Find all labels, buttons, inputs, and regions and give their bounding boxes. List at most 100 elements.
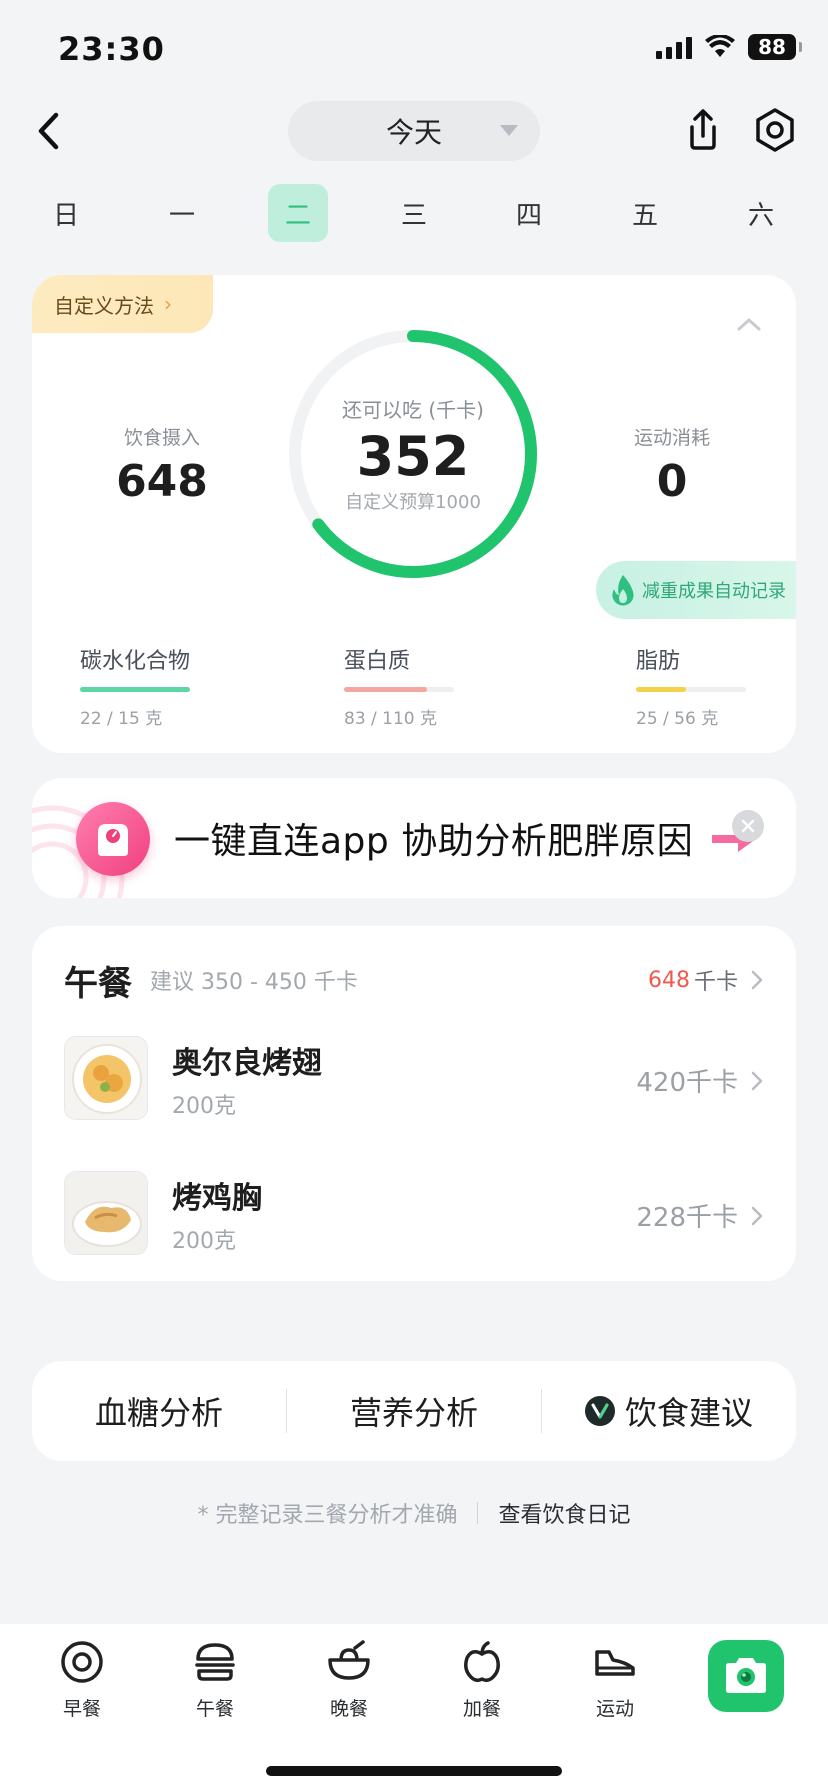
budget-label: 自定义预算1000: [345, 492, 481, 514]
tab-label: 运动: [595, 1698, 634, 1720]
camera-icon: [726, 1658, 766, 1693]
custom-method-button[interactable]: 自定义方法 ›: [32, 275, 213, 333]
camera-button[interactable]: [708, 1640, 784, 1712]
food-calories-value: 420千卡: [636, 1068, 738, 1098]
footnote-note: * 完整记录三餐分析才准确: [197, 1503, 458, 1528]
tab-snack[interactable]: 加餐: [432, 1638, 532, 1728]
week-day-mon[interactable]: 一: [152, 184, 212, 242]
macro-fat: 脂肪 25 / 56 克: [636, 643, 746, 729]
wifi-icon: [705, 35, 735, 57]
food-name: 奥尔良烤翅: [172, 1046, 322, 1081]
week-day-fri[interactable]: 五: [615, 184, 675, 242]
settings-icon[interactable]: [752, 107, 798, 153]
tab-label: 晚餐: [329, 1698, 368, 1720]
meal-total-unit: 千卡: [693, 970, 738, 995]
remaining-value: 352: [356, 424, 470, 488]
chevron-up-icon[interactable]: [736, 315, 762, 333]
cellular-signal-icon: [656, 35, 692, 59]
auto-record-label: 减重成果自动记录: [642, 581, 786, 602]
date-label: 今天: [385, 116, 442, 149]
food-name: 烤鸡胸: [172, 1181, 262, 1216]
macro-protein-name: 蛋白质: [344, 649, 411, 674]
food-quantity: 200克: [172, 1229, 236, 1254]
macro-carbs-name: 碳水化合物: [80, 649, 191, 674]
blood-sugar-analysis-button[interactable]: 血糖分析: [32, 1361, 286, 1461]
tab-label: 午餐: [195, 1698, 234, 1720]
macro-carbs-bar: [80, 687, 190, 692]
nutrition-analysis-button[interactable]: 营养分析: [287, 1361, 541, 1461]
connect-app-banner[interactable]: 一键直连app 协助分析肥胖原因: [32, 778, 796, 898]
exercise-stat: 运动消耗 0: [602, 423, 742, 507]
diet-advice-button[interactable]: 饮食建议: [542, 1361, 796, 1461]
tab-dinner[interactable]: 晚餐: [299, 1638, 399, 1728]
share-icon[interactable]: [680, 107, 726, 153]
battery-icon: 88: [748, 34, 802, 60]
week-day-tue[interactable]: 二: [268, 184, 328, 242]
chevron-right-icon: ›: [164, 292, 172, 316]
analysis-bar: 血糖分析 营养分析 饮食建议: [32, 1361, 796, 1461]
nav-bar: 今天: [0, 95, 828, 171]
exercise-label: 运动消耗: [633, 427, 710, 449]
week-day-sun[interactable]: 日: [36, 184, 96, 242]
macro-carbs-fill: [80, 687, 190, 692]
food-quantity: 200克: [172, 1094, 236, 1119]
food-item[interactable]: 烤鸡胸 200克 228千卡: [64, 1171, 764, 1255]
meal-total-value: 648: [647, 967, 690, 993]
remaining-display: 还可以吃 (千卡) 352 自定义预算1000: [282, 323, 544, 585]
status-bar: 23:30 88: [0, 0, 828, 100]
remaining-label: 还可以吃 (千卡): [342, 397, 484, 422]
sneaker-icon: [595, 1650, 635, 1676]
food-image-wings: [64, 1036, 148, 1120]
footnote: * 完整记录三餐分析才准确 查看饮食日记: [0, 1497, 828, 1529]
bottom-tab-bar: 早餐 午餐 晚餐 加餐 运动: [0, 1624, 828, 1792]
food-image-chicken-breast: [64, 1171, 148, 1255]
meal-title: 午餐: [64, 963, 132, 1004]
macro-fat-name: 脂肪: [636, 649, 681, 674]
calorie-summary-card: 自定义方法 › 饮食摄入 648 还可以吃 (千卡) 352 自定义预算1000…: [32, 275, 796, 753]
close-icon: [741, 819, 755, 833]
chevron-right-icon: [751, 1206, 763, 1225]
apple-icon: [464, 1641, 500, 1683]
chevron-right-icon: [751, 1071, 763, 1090]
food-calories: 420千卡: [636, 1062, 764, 1099]
tab-lunch[interactable]: 午餐: [165, 1638, 265, 1728]
macro-carbs-amount: 22 / 15 克: [80, 709, 163, 729]
view-diary-link[interactable]: 查看饮食日记: [498, 1497, 630, 1529]
diet-advice-label: 饮食建议: [624, 1394, 753, 1432]
flame-icon: [612, 575, 634, 606]
breakfast-icon: [61, 1641, 103, 1683]
macro-fat-bar: [636, 687, 746, 692]
meal-total: 648 千卡: [648, 964, 764, 996]
week-day-thu[interactable]: 四: [499, 184, 559, 242]
intake-value: 648: [116, 456, 208, 507]
macro-fat-amount: 25 / 56 克: [636, 709, 719, 729]
tab-exercise[interactable]: 运动: [565, 1638, 665, 1728]
meal-suggestion: 建议 350 - 450 千卡: [150, 970, 358, 995]
macro-protein-bar: [344, 687, 454, 692]
food-calories: 228千卡: [636, 1197, 764, 1234]
week-selector: 日 一 二 三 四 五 六: [0, 182, 828, 244]
chevron-left-icon: [38, 112, 59, 150]
macro-protein-fill: [344, 687, 427, 692]
tab-label: 早餐: [62, 1698, 101, 1720]
meal-header[interactable]: 午餐 建议 350 - 450 千卡 648 千卡: [64, 958, 764, 1004]
home-indicator: [266, 1766, 562, 1776]
chevron-right-icon: [751, 970, 763, 990]
date-selector[interactable]: 今天: [288, 101, 540, 161]
food-item[interactable]: 奥尔良烤翅 200克 420千卡: [64, 1036, 764, 1120]
week-day-sat[interactable]: 六: [731, 184, 791, 242]
lunch-card: 午餐 建议 350 - 450 千卡 648 千卡 奥尔良烤翅 200克 420…: [32, 926, 796, 1281]
auto-record-button[interactable]: 减重成果自动记录: [596, 561, 796, 619]
status-time: 23:30: [58, 30, 165, 68]
macro-protein: 蛋白质 83 / 110 克: [344, 643, 454, 729]
scale-icon: [76, 802, 150, 876]
custom-method-label: 自定义方法: [54, 293, 154, 318]
bowl-icon: [328, 1640, 370, 1680]
divider: [477, 1502, 479, 1524]
advice-v-icon: [584, 1396, 615, 1426]
banner-close-button[interactable]: [732, 810, 764, 842]
macro-protein-amount: 83 / 110 克: [344, 709, 438, 729]
tab-breakfast[interactable]: 早餐: [32, 1638, 132, 1728]
week-day-wed[interactable]: 三: [384, 184, 444, 242]
back-button[interactable]: [26, 109, 70, 153]
